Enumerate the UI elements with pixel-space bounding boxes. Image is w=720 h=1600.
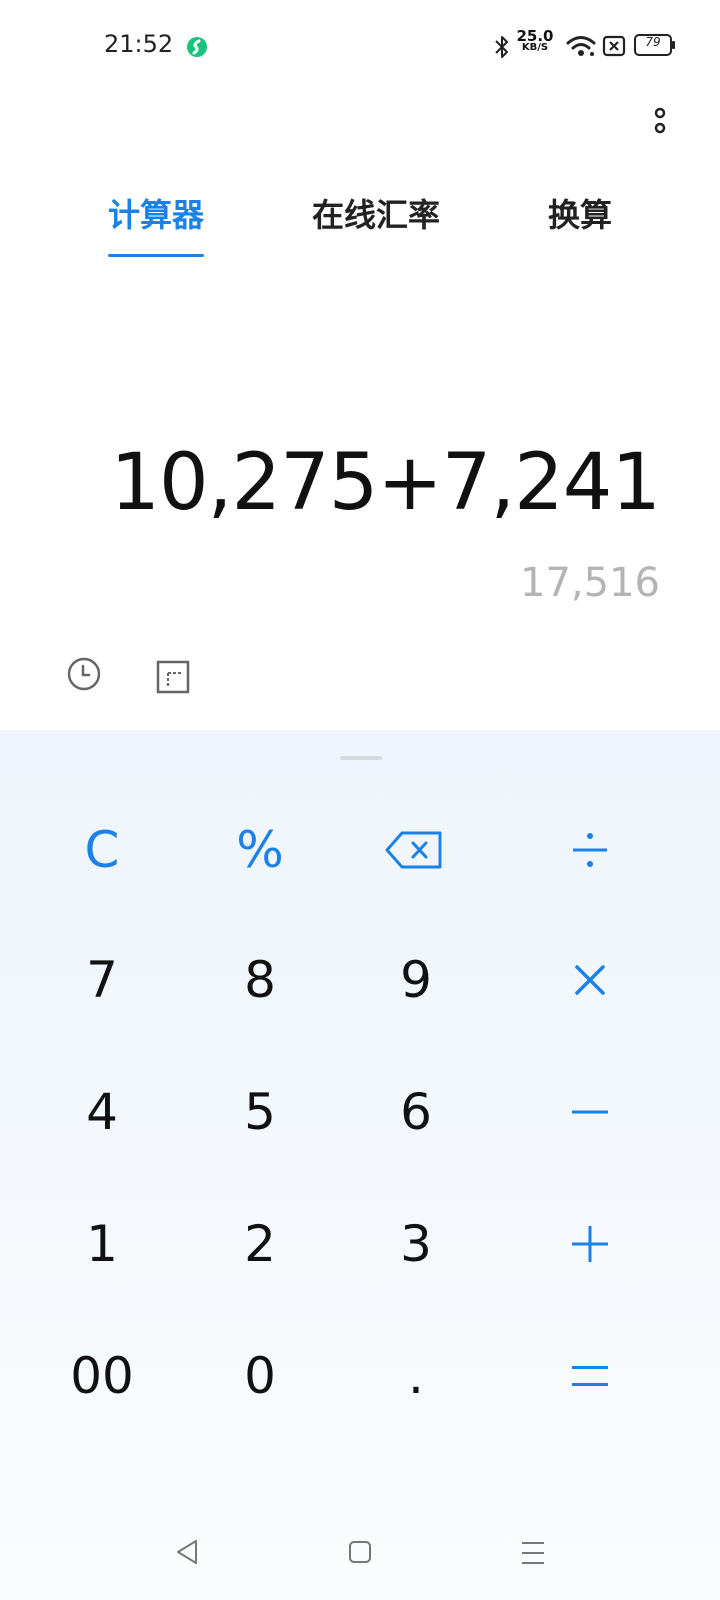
percent-button[interactable]: % <box>180 800 340 900</box>
decimal-button[interactable]: . <box>336 1326 496 1426</box>
bluetooth-icon <box>495 36 508 58</box>
expression-display: 10,275+7,241 <box>110 438 661 528</box>
digit-2-label: 2 <box>244 1215 276 1273</box>
network-speed-value: 25.0 <box>516 27 554 45</box>
digit-3-button[interactable]: 3 <box>336 1194 496 1294</box>
divide-button[interactable] <box>510 800 670 900</box>
minus-icon <box>572 1110 608 1114</box>
active-tab-indicator <box>108 254 204 257</box>
battery-tip <box>672 41 675 49</box>
more-vertical-icon[interactable] <box>652 106 668 138</box>
app-notification-icon <box>187 37 207 57</box>
digit-9-button[interactable]: 9 <box>336 930 496 1030</box>
recent-apps-icon[interactable] <box>520 1540 546 1566</box>
digit-7-label: 7 <box>86 951 118 1009</box>
plus-button[interactable] <box>510 1194 670 1294</box>
home-icon[interactable] <box>348 1540 372 1564</box>
tab-bar: 计算器 在线汇率 换算 <box>0 190 720 260</box>
plus-icon <box>572 1226 608 1262</box>
tab-conversion[interactable]: 换算 <box>548 190 612 236</box>
tab-exchange-rate[interactable]: 在线汇率 <box>312 190 440 236</box>
digit-9-label: 9 <box>400 951 432 1009</box>
digit-0-label: 0 <box>244 1347 276 1405</box>
digit-8-label: 8 <box>244 951 276 1009</box>
wifi-icon <box>566 36 596 56</box>
battery-indicator: 79 <box>634 34 675 56</box>
digit-7-button[interactable]: 7 <box>22 930 182 1030</box>
minus-button[interactable] <box>510 1062 670 1162</box>
network-speed: 25.0 KB/S <box>514 27 556 54</box>
backspace-button[interactable] <box>334 800 494 900</box>
equals-icon <box>572 1366 608 1386</box>
status-time: 21:52 <box>104 30 174 58</box>
digit-3-label: 3 <box>400 1215 432 1273</box>
digit-1-label: 1 <box>86 1215 118 1273</box>
digit-2-button[interactable]: 2 <box>180 1194 340 1294</box>
multiply-icon <box>575 965 605 995</box>
double-zero-button[interactable]: 00 <box>22 1326 182 1426</box>
result-display: 17,516 <box>520 560 660 606</box>
percent-button-label: % <box>236 821 284 879</box>
digit-1-button[interactable]: 1 <box>22 1194 182 1294</box>
equals-button[interactable] <box>510 1326 670 1426</box>
digit-0-button[interactable]: 0 <box>180 1326 340 1426</box>
tab-calculator[interactable]: 计算器 <box>108 190 204 236</box>
digit-6-label: 6 <box>400 1083 432 1141</box>
divide-icon <box>573 833 607 867</box>
battery-level: 79 <box>645 35 661 49</box>
digit-4-button[interactable]: 4 <box>22 1062 182 1162</box>
decimal-label: . <box>408 1347 424 1405</box>
back-icon[interactable] <box>174 1538 200 1566</box>
clear-button-label: C <box>84 821 120 879</box>
multiply-button[interactable] <box>510 930 670 1030</box>
digit-8-button[interactable]: 8 <box>180 930 340 1030</box>
digit-5-label: 5 <box>244 1083 276 1141</box>
keypad-drag-handle[interactable] <box>340 756 382 760</box>
system-navigation-bar <box>0 1500 720 1600</box>
clear-button[interactable]: C <box>22 800 182 900</box>
double-zero-label: 00 <box>70 1347 134 1405</box>
scientific-mode-icon[interactable] <box>156 660 190 694</box>
digit-6-button[interactable]: 6 <box>336 1062 496 1162</box>
clock-icon[interactable] <box>66 656 102 692</box>
digit-5-button[interactable]: 5 <box>180 1062 340 1162</box>
keypad: C % 7 8 9 4 5 6 1 2 3 00 0 . <box>0 730 720 1600</box>
status-bar: 21:52 25.0 KB/S 79 <box>0 0 720 92</box>
digit-4-label: 4 <box>86 1083 118 1141</box>
no-sim-icon <box>602 35 626 57</box>
backspace-icon <box>385 831 442 869</box>
